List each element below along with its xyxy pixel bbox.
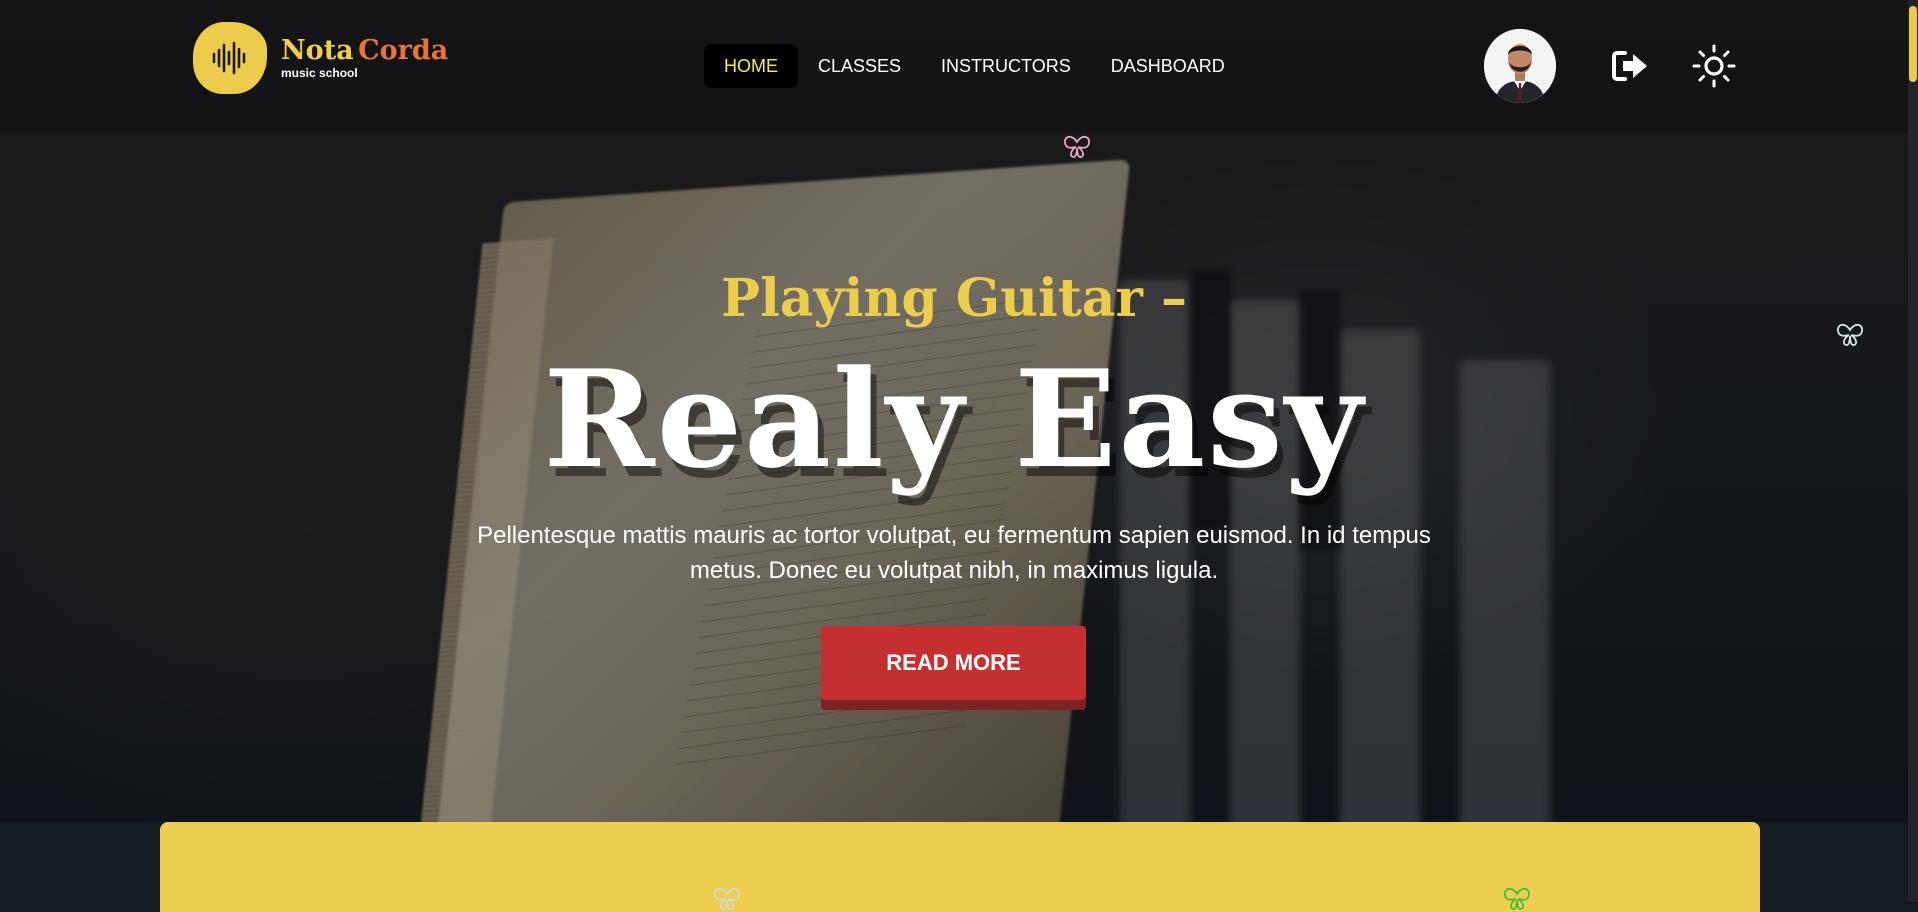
brand-name-part2: Corda	[358, 35, 449, 66]
nav-item-home[interactable]: HOME	[704, 44, 798, 88]
nav-item-dashboard[interactable]: DASHBOARD	[1091, 44, 1245, 88]
sun-icon[interactable]	[1692, 44, 1736, 88]
main-nav: HOME CLASSES INSTRUCTORS DASHBOARD	[704, 44, 1245, 88]
butterfly-icon	[1837, 323, 1863, 346]
scrollbar-thumb[interactable]	[1909, 6, 1917, 82]
site-header: Nota Corda music school HOME CLASSES INS…	[0, 0, 1908, 133]
hero-description: Pellentesque mattis mauris ac tortor vol…	[477, 522, 1431, 584]
read-more-button[interactable]: READ MORE	[821, 626, 1086, 700]
brand-tagline: music school	[281, 66, 358, 80]
butterfly-icon	[1064, 135, 1090, 158]
brand-logo[interactable]: Nota Corda music school	[193, 22, 448, 94]
brand-name-part1: Nota	[281, 35, 354, 66]
butterfly-icon	[1504, 887, 1530, 910]
logout-icon[interactable]	[1611, 49, 1649, 83]
butterfly-icon	[714, 887, 740, 910]
nav-item-classes[interactable]: CLASSES	[798, 44, 921, 88]
user-avatar[interactable]	[1484, 29, 1556, 103]
hero-headline: Realy Easy	[543, 340, 1365, 498]
brand-wordmark: Nota Corda music school	[281, 37, 448, 79]
soundwave-icon	[193, 22, 267, 94]
nav-item-instructors[interactable]: INSTRUCTORS	[921, 44, 1091, 88]
features-panel	[160, 822, 1760, 912]
hero-eyebrow: Playing Guitar –	[721, 268, 1187, 329]
page-scrollbar[interactable]	[1908, 0, 1918, 902]
